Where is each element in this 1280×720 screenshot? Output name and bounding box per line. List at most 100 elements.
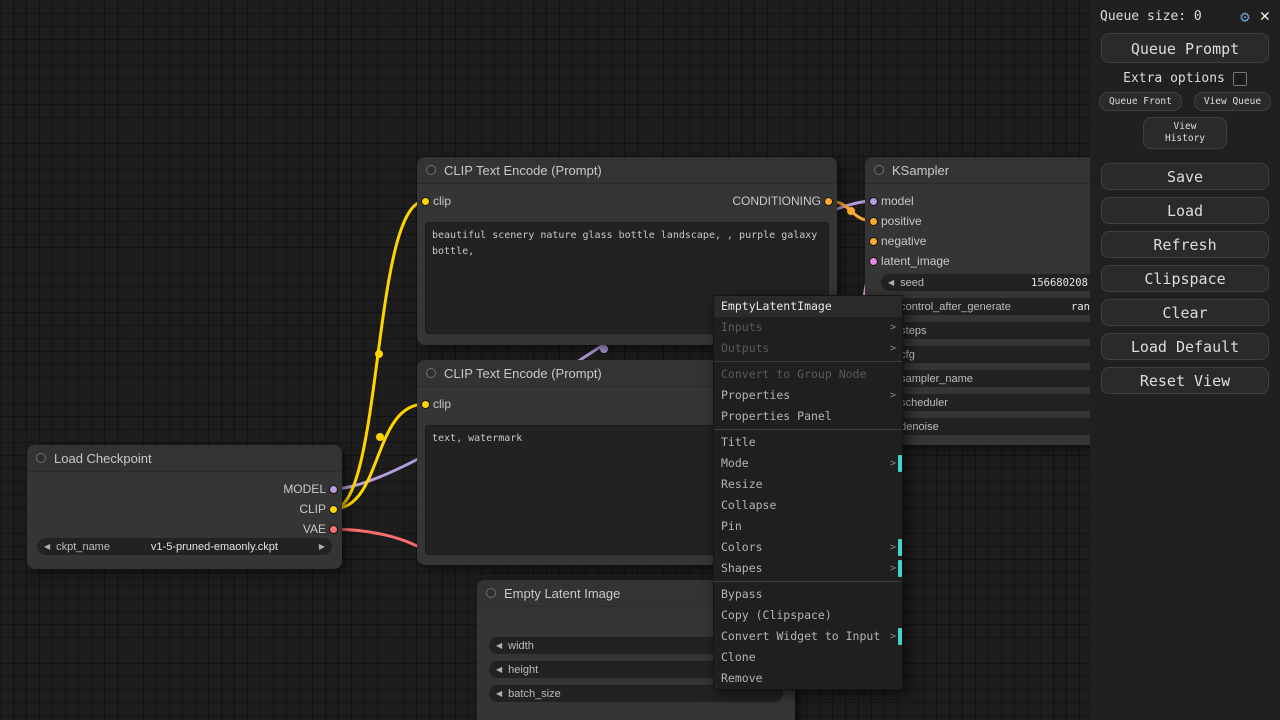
prev-arrow-icon[interactable]: ◀ [888, 278, 894, 287]
prev-arrow-icon[interactable]: ◀ [496, 689, 502, 698]
menu-item-collapse[interactable]: Collapse [714, 495, 902, 516]
widget-name: ckpt_name [56, 540, 110, 553]
vae-output-port[interactable] [329, 525, 338, 534]
menu-item-properties-panel[interactable]: Properties Panel [714, 406, 902, 427]
node-title: CLIP Text Encode (Prompt) [444, 366, 602, 381]
submenu-arrow-icon: > [889, 563, 896, 574]
menu-item-mode[interactable]: Mode > [714, 453, 902, 474]
comfyui-canvas[interactable]: Load Checkpoint MODEL CLIP VAE ◀ ckpt_na… [0, 0, 1280, 720]
node-title: Load Checkpoint [54, 451, 152, 466]
close-icon[interactable]: ✕ [1260, 8, 1270, 25]
menu-item-colors[interactable]: Colors > [714, 537, 902, 558]
menu-item-title[interactable]: Title [714, 432, 902, 453]
widget-name: batch_size [508, 687, 561, 700]
widget-name: steps [900, 324, 927, 337]
extra-options-checkbox[interactable] [1232, 71, 1247, 86]
submenu-accent-bar [898, 455, 902, 472]
comfy-menu-panel: Queue size: 0 ⚙ ✕ Queue Prompt Extra opt… [1090, 0, 1280, 720]
refresh-button[interactable]: Refresh [1101, 230, 1269, 258]
extra-options-label: Extra options [1123, 71, 1225, 86]
latent-image-input-port[interactable] [869, 257, 878, 266]
submenu-arrow-icon: > [889, 631, 896, 642]
queue-front-button[interactable]: Queue Front [1098, 92, 1182, 111]
context-menu-title: EmptyLatentImage [714, 296, 902, 317]
submenu-accent-bar [898, 560, 902, 577]
positive-input-port[interactable] [869, 217, 878, 226]
model-output-label: MODEL [283, 482, 326, 496]
menu-item-shapes[interactable]: Shapes > [714, 558, 902, 579]
submenu-arrow-icon: > [889, 390, 896, 401]
link-center-dot [375, 350, 383, 358]
conditioning-output-port[interactable] [824, 197, 833, 206]
node-title: KSampler [892, 163, 950, 178]
menu-item-clone[interactable]: Clone [714, 647, 902, 668]
prev-arrow-icon[interactable]: ◀ [44, 542, 50, 551]
collapse-dot[interactable] [426, 165, 436, 175]
view-history-button[interactable]: View History [1143, 117, 1227, 149]
node-title: CLIP Text Encode (Prompt) [444, 163, 602, 178]
model-input-label: model [881, 194, 914, 208]
prev-arrow-icon[interactable]: ◀ [496, 641, 502, 650]
queue-size-label: Queue size: 0 [1100, 9, 1202, 24]
widget-name: control_after_generate [900, 300, 1011, 313]
reset-view-button[interactable]: Reset View [1101, 366, 1269, 394]
clip-wire-positive [331, 199, 427, 511]
menu-item-bypass[interactable]: Bypass [714, 584, 902, 605]
widget-value: 156680208 [1031, 276, 1088, 289]
load-default-button[interactable]: Load Default [1101, 332, 1269, 360]
negative-input-port[interactable] [869, 237, 878, 246]
widget-name: sampler_name [900, 372, 973, 385]
conditioning-output-label: CONDITIONING [732, 194, 821, 208]
menu-item-convert-widget-to-input[interactable]: Convert Widget to Input > [714, 626, 902, 647]
queue-size-row: Queue size: 0 ⚙ ✕ [1090, 0, 1280, 29]
prev-arrow-icon[interactable]: ◀ [496, 665, 502, 674]
settings-gear-icon[interactable]: ⚙ [1240, 8, 1250, 25]
view-queue-button[interactable]: View Queue [1193, 92, 1272, 111]
menu-item-resize[interactable]: Resize [714, 474, 902, 495]
negative-input-label: negative [881, 234, 927, 248]
clip-output-label: CLIP [299, 502, 326, 516]
link-center-dot [847, 207, 855, 215]
clip-input-label: clip [433, 397, 452, 411]
node-title: Empty Latent Image [504, 586, 621, 601]
submenu-accent-bar [898, 628, 902, 645]
model-output-port[interactable] [329, 485, 338, 494]
menu-separator [714, 429, 902, 430]
menu-item-outputs: Outputs > [714, 338, 902, 359]
node-context-menu: EmptyLatentImage Inputs > Outputs > Conver… [713, 295, 903, 690]
submenu-accent-bar [898, 539, 902, 556]
menu-item-convert-to-group-node: Convert to Group Node [721, 367, 867, 381]
clear-button[interactable]: Clear [1101, 298, 1269, 326]
collapse-dot[interactable] [486, 588, 496, 598]
clip-output-port[interactable] [329, 505, 338, 514]
clipspace-button[interactable]: Clipspace [1101, 264, 1269, 292]
collapse-dot[interactable] [874, 165, 884, 175]
menu-item-remove[interactable]: Remove [714, 668, 902, 689]
link-center-dot [376, 433, 384, 441]
widget-name: seed [900, 276, 925, 289]
queue-prompt-button[interactable]: Queue Prompt [1101, 33, 1269, 63]
node-load-checkpoint[interactable]: Load Checkpoint MODEL CLIP VAE ◀ ckpt_na… [27, 445, 342, 569]
menu-item-properties[interactable]: Properties > [714, 385, 902, 406]
node-header[interactable]: Load Checkpoint [27, 445, 342, 472]
widget-value: v1-5-pruned-emaonly.ckpt [150, 540, 278, 553]
model-input-port[interactable] [869, 197, 878, 206]
widget-name: scheduler [900, 396, 948, 409]
clip-wire-negative [331, 402, 427, 511]
node-header[interactable]: CLIP Text Encode (Prompt) [417, 157, 837, 184]
clip-input-port[interactable] [421, 400, 430, 409]
submenu-arrow-icon: > [889, 542, 896, 553]
next-arrow-icon[interactable]: ▶ [319, 542, 325, 551]
ckpt-name-widget[interactable]: ◀ ckpt_name v1-5-pruned-emaonly.ckpt ▶ [37, 538, 332, 555]
latent-image-input-label: latent_image [881, 254, 950, 268]
menu-item-pin[interactable]: Pin [714, 516, 902, 537]
submenu-arrow-icon: > [889, 343, 896, 354]
load-button[interactable]: Load [1101, 196, 1269, 224]
menu-separator [714, 581, 902, 582]
collapse-dot[interactable] [426, 368, 436, 378]
save-button[interactable]: Save [1101, 162, 1269, 190]
vae-output-label: VAE [302, 522, 326, 536]
collapse-dot[interactable] [36, 453, 46, 463]
clip-input-port[interactable] [421, 197, 430, 206]
menu-item-copy-clipspace[interactable]: Copy (Clipspace) [714, 605, 902, 626]
